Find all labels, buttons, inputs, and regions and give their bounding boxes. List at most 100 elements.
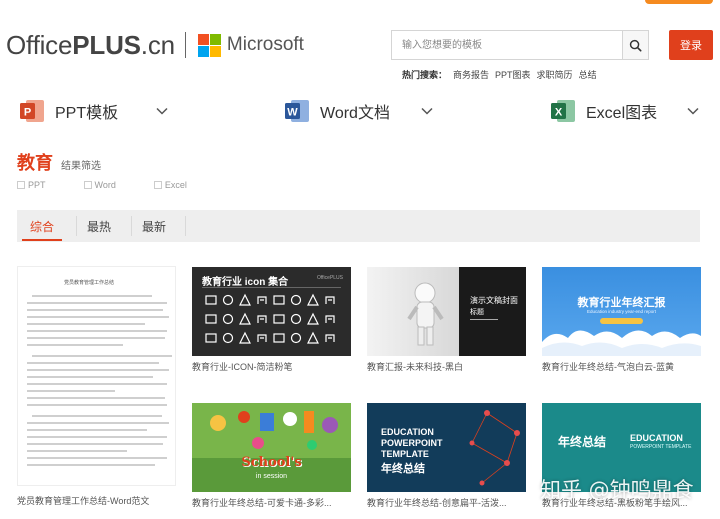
template-card[interactable]: EDUCATION POWERPOINT TEMPLATE 年终总结 教育行业年… — [367, 403, 526, 509]
doc-text-line — [27, 443, 163, 445]
chalk-icon — [290, 313, 302, 325]
chalk-icon — [290, 294, 302, 306]
hot-search-link[interactable]: 商务报告 — [453, 68, 489, 81]
template-card[interactable]: School's in session 教育行业年终总结-可爱卡通-多彩... — [192, 403, 351, 509]
doc-text-line — [27, 337, 165, 339]
filter-row: PPT Word Excel — [17, 180, 225, 190]
tab-hottest[interactable]: 最热 — [76, 210, 122, 242]
card-thumbnail: 演示文稿封面 标题 — [367, 267, 526, 356]
chalk-icon — [239, 293, 251, 306]
chalk-icon — [307, 331, 319, 344]
chalk-icon — [222, 294, 234, 306]
doc-text-line — [27, 450, 127, 452]
svg-text:X: X — [555, 107, 563, 119]
card-title: 教育行业年终总结-创意扁平-活泼... — [367, 498, 507, 508]
doc-text-line — [27, 397, 165, 399]
card-title: 教育行业-ICON-简洁粉笔 — [192, 362, 293, 372]
cartoon-doodles — [210, 411, 338, 450]
login-button[interactable]: 登录 — [669, 30, 713, 60]
document-thumbnail: 党员教育管理工作总结 — [17, 266, 176, 486]
search-button[interactable] — [622, 31, 648, 59]
chalk-icon — [222, 313, 234, 325]
doc-text-line — [32, 295, 152, 297]
doc-text-line — [27, 404, 167, 406]
cloud-decoration — [542, 330, 701, 356]
chalk-icon — [257, 334, 267, 342]
tab-divider — [131, 216, 132, 236]
title-row: 教育 结果筛选 — [17, 149, 101, 175]
template-card[interactable]: 教育行业 icon 集合 OfficePLUS 教育行业-ICON-简洁粉笔 — [192, 267, 351, 373]
category-label: Word文档 — [320, 105, 390, 122]
category-word[interactable]: W Word文档 — [283, 96, 390, 126]
chalk-icon — [257, 315, 267, 323]
chalk-icon — [222, 332, 234, 344]
doc-text-line — [27, 390, 115, 392]
checkbox[interactable] — [83, 181, 92, 189]
doc-text-line — [27, 436, 167, 438]
doc-text-line — [27, 422, 169, 424]
active-tab-underline — [22, 239, 62, 241]
chalk-icon — [257, 296, 267, 304]
chalk-icon — [205, 314, 217, 324]
chalk-icon — [205, 295, 217, 305]
doc-text-line — [27, 383, 167, 385]
card-thumbnail: School's in session — [192, 403, 351, 492]
chalk-icon — [325, 296, 335, 304]
doc-text-line — [27, 369, 169, 371]
doc-text-line — [32, 355, 172, 357]
tab-comprehensive[interactable]: 综合 — [22, 210, 62, 242]
sort-tabs: 综合 最热 最新 — [17, 210, 700, 242]
hot-search-link[interactable]: 求职简历 — [537, 68, 573, 81]
tab-newest[interactable]: 最新 — [131, 210, 177, 242]
chalk-icon — [205, 333, 217, 343]
chalk-icon — [273, 295, 285, 305]
header: OfficePLUS.cn Microsoft 登录 热门搜索： 商务报告 PP… — [0, 0, 720, 90]
chevron-down-icon[interactable] — [420, 104, 434, 118]
logo-divider — [184, 32, 186, 58]
chalk-icon — [239, 331, 251, 344]
category-label: Excel图表 — [586, 105, 658, 122]
checkbox[interactable] — [153, 181, 162, 189]
powerpoint-icon: P — [20, 100, 44, 122]
microsoft-logo-icon — [197, 33, 221, 57]
doc-text-line — [27, 323, 145, 325]
chevron-down-icon[interactable] — [686, 104, 700, 118]
chalk-icon — [307, 312, 319, 325]
doc-text-line — [27, 316, 169, 318]
chalk-icon — [273, 333, 285, 343]
filter-ppt[interactable]: PPT — [17, 180, 46, 190]
card-thumbnail: 教育行业年终汇报 Education industry year-end rep… — [542, 267, 701, 356]
template-card[interactable]: 党员教育管理工作总结 党员教育管理工作总结-Word范文 — [17, 266, 176, 507]
filter-excel[interactable]: Excel — [153, 180, 187, 190]
category-ppt[interactable]: P PPT模板 — [18, 96, 118, 126]
hot-search-link[interactable]: PPT图表 — [495, 68, 531, 81]
chevron-down-icon[interactable] — [155, 104, 169, 118]
doc-text-line — [27, 362, 159, 364]
chalk-icon — [290, 332, 302, 344]
template-card[interactable]: 教育行业年终汇报 Education industry year-end rep… — [542, 267, 701, 373]
card-title: 教育汇报-未来科技-黑白 — [367, 362, 463, 372]
excel-icon: X — [551, 100, 575, 122]
chalk-icon — [307, 293, 319, 306]
page-title: 教育 — [17, 153, 53, 173]
checkbox[interactable] — [17, 181, 25, 189]
category-excel[interactable]: X Excel图表 — [549, 96, 657, 126]
doc-text-line — [27, 302, 167, 304]
svg-text:W: W — [287, 107, 298, 119]
microsoft-label: Microsoft — [226, 34, 304, 55]
svg-text:P: P — [24, 107, 31, 119]
doc-text-line — [27, 330, 167, 332]
filter-word[interactable]: Word — [83, 180, 116, 190]
tab-divider — [185, 216, 186, 236]
search-input[interactable] — [392, 31, 622, 59]
search-box — [391, 30, 649, 60]
doc-text-line — [27, 429, 147, 431]
hot-search-link[interactable]: 总结 — [579, 68, 597, 81]
site-logo[interactable]: OfficePLUS.cn Microsoft — [6, 28, 304, 62]
template-card[interactable]: 演示文稿封面 标题 教育汇报-未来科技-黑白 — [367, 267, 526, 373]
chalk-icon — [325, 334, 335, 342]
card-title: 党员教育管理工作总结-Word范文 — [17, 496, 150, 506]
logo-text: OfficePLUS.cn — [6, 29, 175, 60]
category-row: P PPT模板 W Word文档 X Excel图表 — [0, 96, 720, 130]
card-thumbnail: 教育行业 icon 集合 OfficePLUS — [192, 267, 351, 356]
